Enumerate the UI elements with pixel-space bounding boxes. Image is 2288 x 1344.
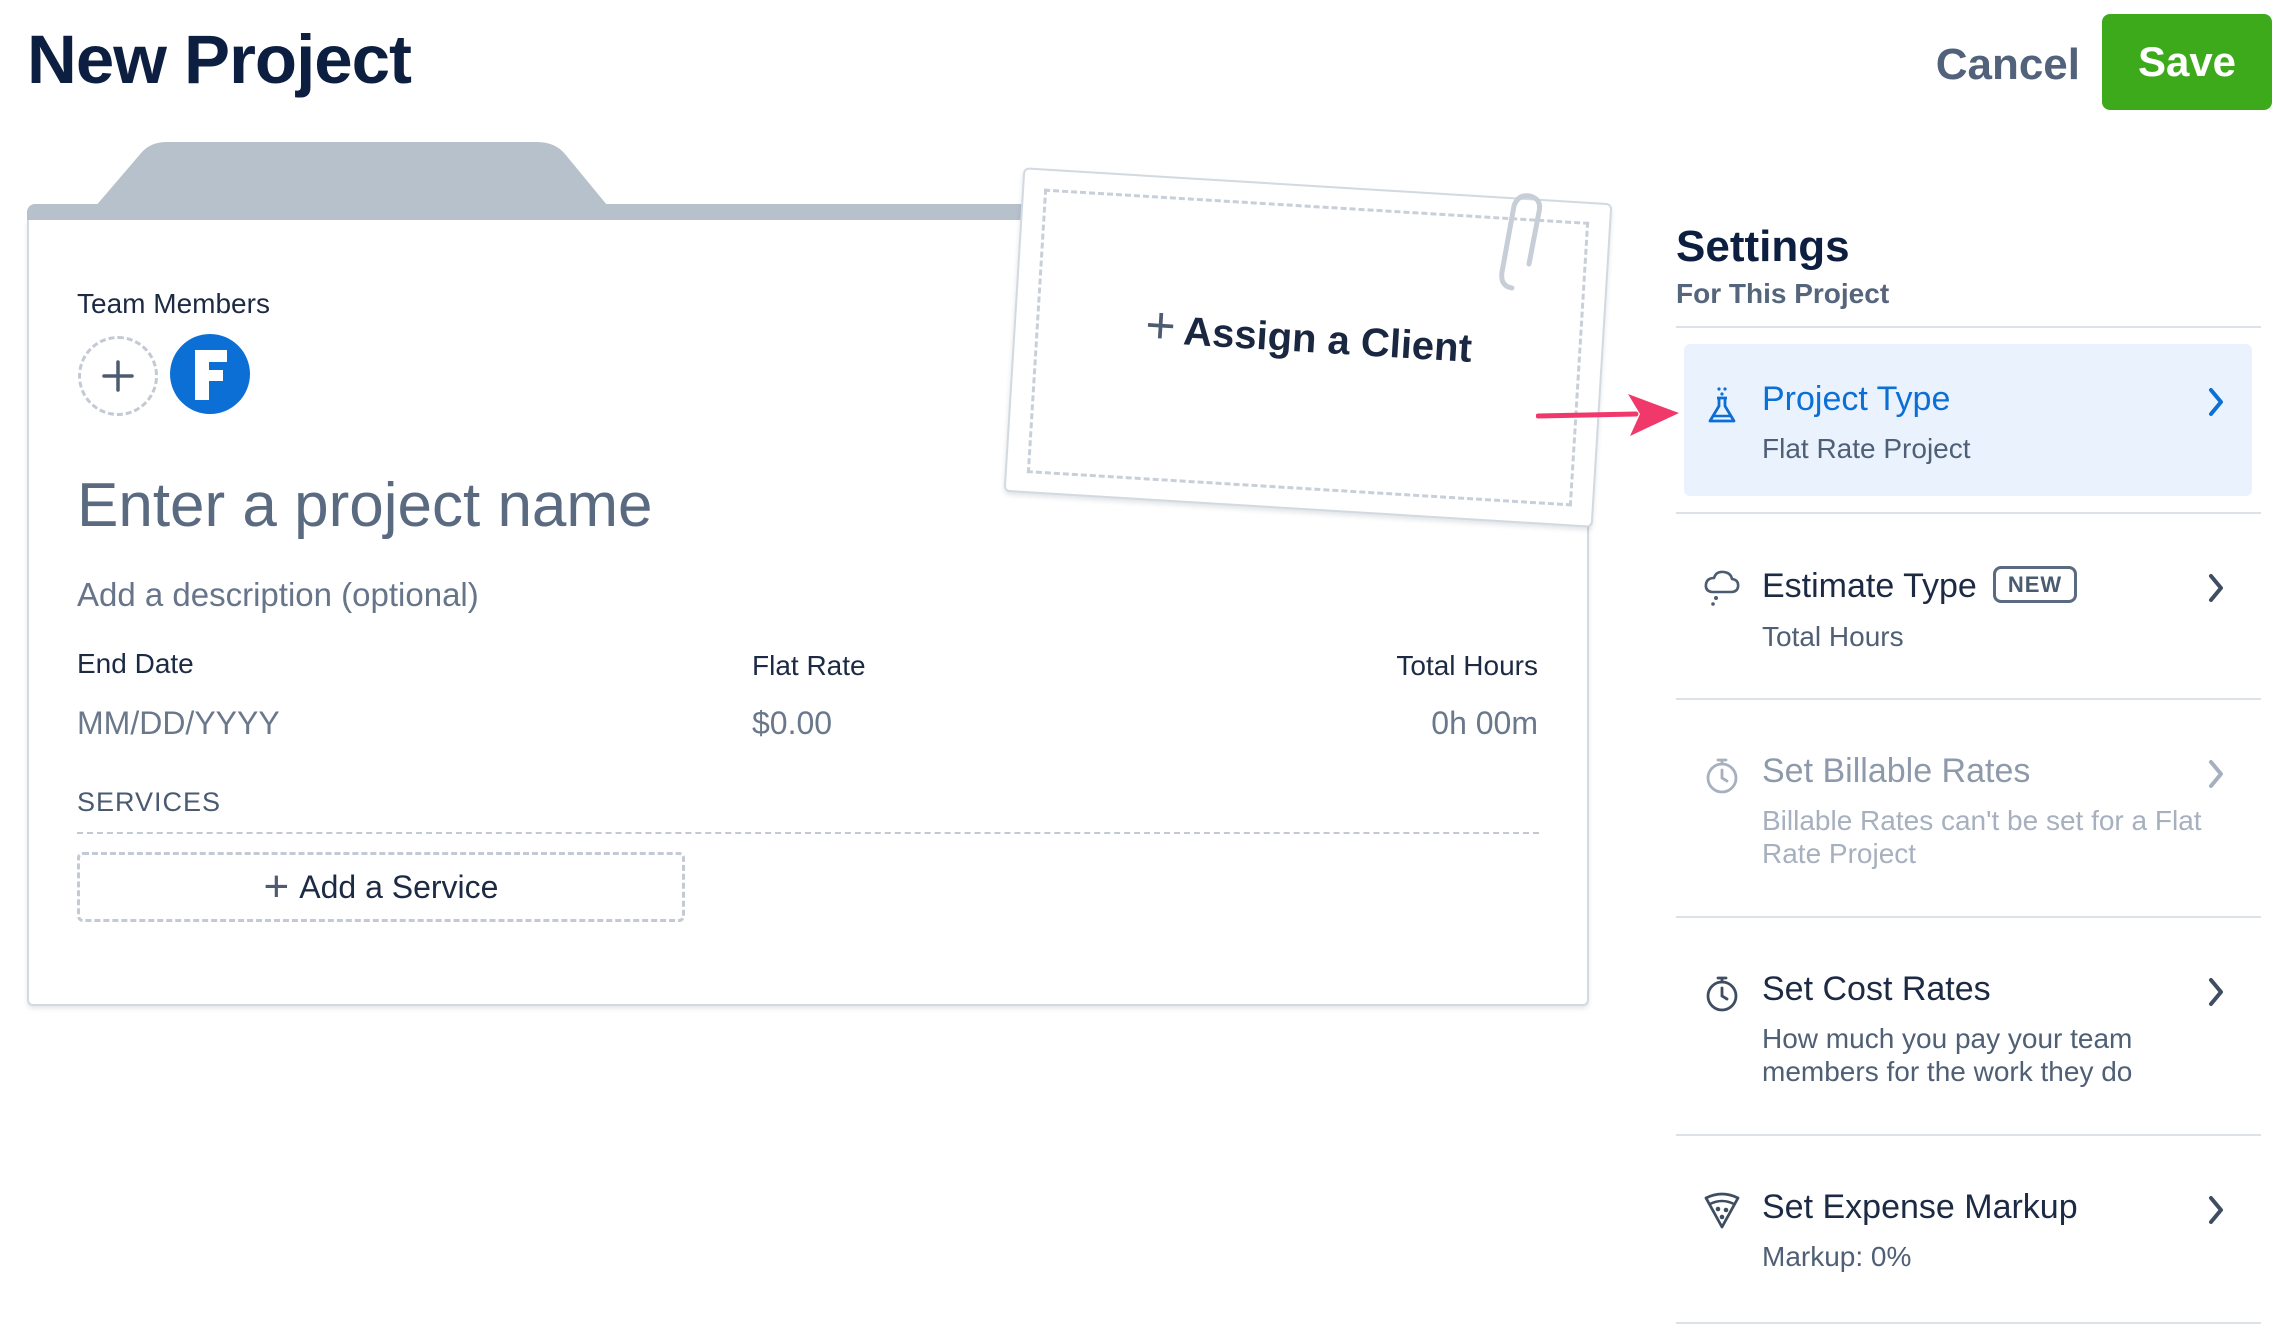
plus-icon — [102, 360, 134, 392]
settings-divider — [1676, 698, 2261, 700]
flask-icon — [1708, 387, 1736, 423]
total-hours-input[interactable] — [1240, 700, 1538, 746]
chevron-right-icon — [2209, 978, 2223, 1006]
chevron-right-icon — [2209, 574, 2223, 602]
plus-icon: + — [1143, 296, 1178, 356]
settings-subtitle: For This Project — [1676, 278, 1890, 309]
cloud-icon — [1704, 570, 1740, 606]
setting-title: Set Cost Rates — [1762, 970, 1991, 1008]
paperclip-icon — [1499, 193, 1543, 291]
setting-project-type[interactable]: Project Type Flat Rate Project — [1684, 344, 2252, 496]
setting-title: Set Billable Rates — [1762, 752, 2031, 790]
end-date-input[interactable] — [77, 700, 457, 746]
stopwatch-icon — [1706, 976, 1738, 1012]
setting-subtitle: Flat Rate Project — [1762, 433, 1971, 464]
setting-subtitle: Billable Rates can't be set for a Flat R… — [1762, 805, 2202, 870]
pizza-icon — [1704, 1192, 1740, 1229]
stopwatch-icon — [1706, 758, 1738, 794]
add-service-label: Add a Service — [299, 868, 499, 905]
chevron-right-icon — [2209, 388, 2223, 416]
cancel-button[interactable]: Cancel — [1890, 30, 2080, 100]
settings-divider — [1676, 1322, 2261, 1324]
setting-title-text: Estimate Type — [1762, 567, 1977, 605]
services-divider — [77, 832, 1539, 834]
setting-title: Estimate Type NEW — [1762, 566, 2078, 606]
freshbooks-logo-icon — [195, 350, 227, 400]
setting-subtitle: Markup: 0% — [1762, 1241, 1912, 1272]
description-input[interactable] — [77, 570, 777, 620]
new-badge: NEW — [1992, 566, 2078, 603]
settings-divider — [1676, 512, 2261, 514]
settings-divider — [1676, 1134, 2261, 1136]
total-hours-label: Total Hours — [1396, 650, 1538, 681]
plus-icon: + — [263, 862, 290, 911]
add-team-member-button[interactable] — [78, 336, 158, 416]
add-service-button[interactable]: + Add a Service — [77, 852, 685, 922]
settings-title: Settings — [1676, 222, 1850, 271]
end-date-label: End Date — [77, 648, 194, 679]
setting-title: Project Type — [1762, 380, 1951, 418]
setting-expense-markup[interactable]: Set Expense Markup Markup: 0% — [1684, 1152, 2252, 1314]
chevron-right-icon — [2209, 760, 2223, 788]
setting-estimate-type[interactable]: Estimate Type NEW Total Hours — [1684, 530, 2252, 690]
save-button[interactable]: Save — [2102, 14, 2272, 110]
setting-subtitle: How much you pay your team members for t… — [1762, 1023, 2133, 1088]
avatar[interactable] — [170, 334, 250, 414]
setting-cost-rates[interactable]: Set Cost Rates How much you pay your tea… — [1684, 934, 2252, 1124]
setting-subtitle: Total Hours — [1762, 621, 1904, 652]
annotation-arrow-icon — [1536, 394, 1679, 436]
project-name-input[interactable] — [77, 460, 977, 550]
setting-billable-rates[interactable]: Set Billable Rates Billable Rates can't … — [1684, 716, 2252, 906]
flat-rate-input[interactable] — [752, 700, 1052, 746]
flat-rate-label: Flat Rate — [752, 650, 866, 681]
services-label: SERVICES — [77, 787, 222, 817]
team-members-label: Team Members — [77, 288, 270, 319]
setting-title: Set Expense Markup — [1762, 1188, 2078, 1226]
settings-divider — [1676, 916, 2261, 918]
chevron-right-icon — [2209, 1196, 2223, 1224]
settings-divider — [1676, 326, 2261, 328]
page-title: New Project — [27, 21, 412, 98]
